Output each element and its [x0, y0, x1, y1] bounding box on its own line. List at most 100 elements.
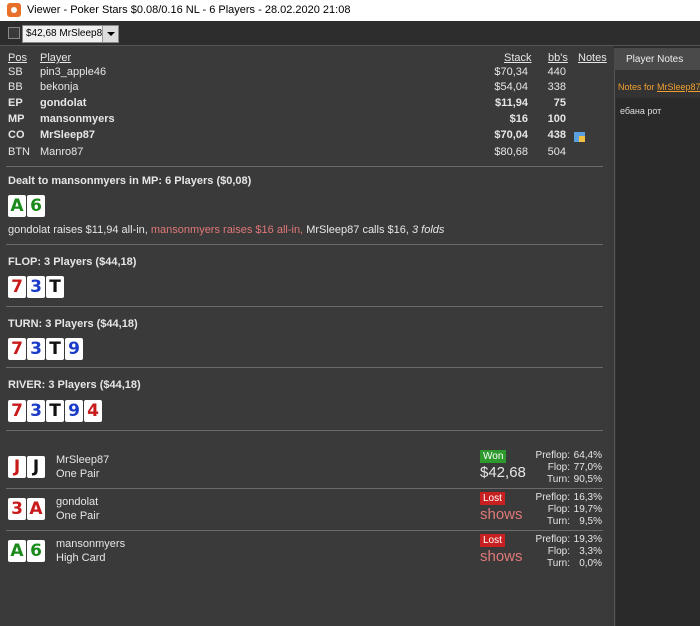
equity-value: 16,3%: [573, 492, 602, 503]
equity-line: Preflop: 64,4%: [530, 450, 602, 462]
result-player-name[interactable]: gondolat: [56, 496, 98, 508]
playing-card: A: [27, 498, 45, 520]
equity-stats: Preflop: 19,3% Flop: 3,3% Turn: 0,0%: [530, 534, 602, 570]
result-hand: One Pair: [56, 468, 100, 480]
note-icon[interactable]: [574, 132, 585, 142]
player-bbs: 75: [553, 97, 566, 109]
action-4: 3 folds: [411, 224, 445, 236]
flop-header: FLOP: 3 Players ($44,18): [8, 256, 137, 268]
separator: [6, 530, 603, 531]
equity-line: Preflop: 19,3%: [530, 534, 602, 546]
player-bbs: 100: [547, 113, 566, 125]
playing-card: 3: [27, 276, 45, 298]
player-row[interactable]: EP gondolat $11,94 75: [0, 97, 608, 113]
result-hand: One Pair: [56, 510, 100, 522]
playing-card: 4: [84, 400, 102, 422]
result-cards: JJ: [8, 456, 46, 480]
result-amount: shows: [480, 506, 523, 523]
equity-value: 19,3%: [573, 534, 602, 545]
select-checkbox[interactable]: [8, 27, 20, 39]
title-bar: Viewer - Poker Stars $0.08/0.16 NL - 6 P…: [0, 0, 700, 21]
playing-card: J: [27, 456, 45, 478]
player-row[interactable]: MP mansonmyers $16 100: [0, 113, 608, 129]
player-stack: $80,68: [494, 146, 528, 158]
header-bbs[interactable]: bb's: [548, 52, 568, 64]
hand-selector-value: $42,68 MrSleep87: [26, 28, 108, 39]
result-hand: High Card: [56, 552, 106, 564]
separator: [6, 430, 603, 431]
flop-cards: 73T: [8, 276, 65, 300]
status-badge: Lost: [480, 492, 505, 505]
equity-line: Preflop: 16,3%: [530, 492, 602, 504]
equity-value: 9,5%: [579, 516, 602, 527]
player-name: bekonja: [40, 81, 79, 93]
equity-street: Preflop:: [535, 534, 570, 545]
header-stack[interactable]: Stack: [504, 52, 532, 64]
notes-for-player-link[interactable]: MrSleep87: [657, 82, 700, 92]
player-position: CO: [8, 129, 25, 141]
playing-card: 6: [27, 540, 45, 562]
equity-street: Turn:: [547, 516, 570, 527]
equity-line: Turn: 9,5%: [530, 516, 602, 528]
result-cards: A6: [8, 540, 46, 564]
playing-card: T: [46, 276, 64, 298]
dealt-cards: A6: [8, 195, 46, 219]
equity-street: Turn:: [547, 558, 570, 569]
player-row[interactable]: BTN Manro87 $80,68 504: [0, 146, 608, 162]
playing-card: 3: [27, 338, 45, 360]
separator: [6, 488, 603, 489]
player-position: BTN: [8, 146, 30, 158]
equity-line: Turn: 90,5%: [530, 474, 602, 486]
equity-street: Turn:: [547, 474, 570, 485]
tab-player-notes-label: Player Notes: [626, 54, 684, 65]
player-stack: $70,34: [494, 66, 528, 78]
playing-card: 7: [8, 276, 26, 298]
showdown-result: 3 Agondolat One Pair Lost shows Preflop: 16,3%…: [0, 490, 608, 530]
note-text: ебана рот: [620, 106, 662, 116]
equity-value: 64,4%: [573, 450, 602, 461]
river-cards: 73T94: [8, 400, 103, 424]
player-bbs: 438: [547, 129, 566, 141]
separator: [6, 367, 603, 368]
player-bbs: 440: [547, 66, 566, 78]
player-row[interactable]: BB bekonja $54,04 338: [0, 81, 608, 97]
equity-value: 19,7%: [573, 504, 602, 515]
header-pos[interactable]: Pos: [8, 52, 27, 64]
player-bbs: 338: [547, 81, 566, 93]
equity-value: 0,0%: [579, 558, 602, 569]
playing-card: A: [8, 195, 26, 217]
showdown-result: J J MrSleep87 One Pair Won $42,68 Preflop: 64,4…: [0, 448, 608, 488]
player-name: mansonmyers: [40, 113, 115, 125]
playing-card: 3: [8, 498, 26, 520]
result-player-name[interactable]: mansonmyers: [56, 538, 125, 550]
turn-cards: 73T9: [8, 338, 84, 362]
header-player[interactable]: Player: [40, 52, 71, 64]
player-name: pin3_apple46: [40, 66, 107, 78]
equity-line: Flop: 19,7%: [530, 504, 602, 516]
playing-card: 9: [65, 400, 83, 422]
result-player-name[interactable]: MrSleep87: [56, 454, 109, 466]
equity-street: Flop:: [547, 462, 570, 473]
equity-value: 77,0%: [573, 462, 602, 473]
equity-stats: Preflop: 16,3% Flop: 19,7% Turn: 9,5%: [530, 492, 602, 528]
player-row[interactable]: SB pin3_apple46 $70,34 440: [0, 66, 608, 82]
playing-card: 3: [27, 400, 45, 422]
action-1: gondolat raises $11,94 all-in,: [8, 224, 151, 236]
player-row[interactable]: CO MrSleep87 $70,04 438: [0, 129, 608, 145]
equity-street: Preflop:: [535, 450, 570, 461]
equity-value: 90,5%: [573, 474, 602, 485]
playing-card: 7: [8, 338, 26, 360]
toolbar: $42,68 MrSleep87: [0, 21, 700, 46]
hand-selector-dropdown[interactable]: $42,68 MrSleep87: [22, 25, 119, 43]
header-notes[interactable]: Notes: [578, 52, 607, 64]
equity-value: 3,3%: [579, 546, 602, 557]
note-textarea[interactable]: [616, 98, 700, 626]
equity-street: Preflop:: [535, 492, 570, 503]
status-badge: Lost: [480, 534, 505, 547]
player-name: Manro87: [40, 146, 84, 158]
preflop-action: gondolat raises $11,94 all-in, mansonmye…: [8, 224, 444, 236]
playing-card: A: [8, 540, 26, 562]
playing-card: T: [46, 338, 64, 360]
chevron-down-icon[interactable]: [102, 26, 118, 42]
tab-player-notes[interactable]: Player Notes: [614, 48, 700, 70]
